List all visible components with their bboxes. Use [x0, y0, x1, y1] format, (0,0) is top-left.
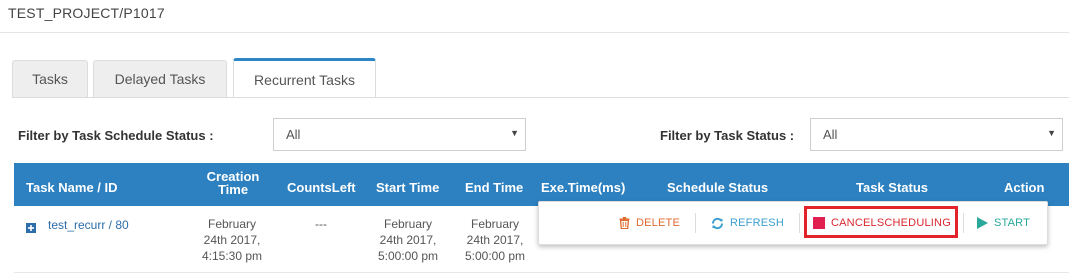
cancel-scheduling-button[interactable]: CANCELSCHEDULING	[813, 202, 951, 244]
chevron-down-icon: ▼	[510, 128, 519, 138]
task-status-filter-label: Filter by Task Status :	[660, 128, 795, 143]
refresh-icon	[711, 217, 724, 230]
end-date-line3: 5:00:00 pm	[464, 249, 526, 263]
tabs-divider	[12, 97, 1069, 98]
start-date-line3: 5:00:00 pm	[377, 249, 439, 263]
project-breadcrumb: TEST_PROJECT/P1017	[8, 5, 165, 21]
header-creation-time[interactable]: Creation Time	[202, 170, 264, 196]
refresh-button[interactable]: REFRESH	[711, 202, 784, 244]
creation-date-line2: 24th 2017,	[203, 233, 261, 247]
header-task-name[interactable]: Task Name / ID	[26, 180, 118, 195]
header-end-time[interactable]: End Time	[465, 180, 523, 195]
header-action: Action	[1004, 180, 1045, 195]
schedule-status-filter-label: Filter by Task Schedule Status :	[18, 128, 214, 143]
tab-tasks[interactable]: Tasks	[12, 60, 88, 97]
header-exe-time[interactable]: Exe.Time(ms)	[541, 180, 625, 195]
chevron-down-icon: ▼	[1047, 128, 1056, 138]
refresh-label: REFRESH	[730, 217, 784, 229]
tab-recurrent-tasks[interactable]: Recurrent Tasks	[233, 58, 376, 98]
end-date-line2: 24th 2017,	[466, 233, 524, 247]
header-creation-line2: Time	[217, 182, 249, 197]
task-name-link[interactable]: test_recurr / 80	[48, 218, 129, 232]
task-status-filter-value: All	[823, 127, 838, 142]
header-task-status[interactable]: Task Status	[856, 180, 928, 195]
header-start-time[interactable]: Start Time	[376, 180, 439, 195]
task-status-filter-select[interactable]: All ▼	[810, 118, 1063, 151]
start-button[interactable]: START	[977, 202, 1030, 244]
tab-delayed-tasks[interactable]: Delayed Tasks	[93, 60, 227, 97]
schedule-status-filter-select[interactable]: All ▼	[273, 118, 526, 151]
start-date-line2: 24th 2017,	[379, 233, 437, 247]
stop-square-icon	[813, 217, 825, 229]
header-counts-left[interactable]: CountsLeft	[287, 180, 356, 195]
end-date-line1: February	[470, 217, 520, 231]
creation-date-line3: 4:15:30 pm	[201, 249, 263, 263]
row-actions-popover: DELETE REFRESH CANCELSCHEDULING START	[538, 201, 1048, 245]
trash-icon	[619, 217, 630, 229]
header-schedule-status[interactable]: Schedule Status	[667, 180, 768, 195]
counts-left-cell: ---	[315, 217, 327, 231]
start-label: START	[994, 217, 1031, 229]
play-icon	[977, 217, 988, 229]
action-divider	[695, 213, 696, 233]
top-bar: TEST_PROJECT/P1017	[0, 0, 1069, 33]
cancel-scheduling-label: CANCELSCHEDULING	[831, 217, 951, 229]
delete-label: DELETE	[636, 217, 680, 229]
table-header: Task Name / ID Creation Time CountsLeft …	[14, 163, 1069, 206]
expand-plus-icon[interactable]	[26, 220, 36, 233]
action-divider	[963, 213, 964, 233]
action-divider	[799, 213, 800, 233]
end-time-cell: February 24th 2017, 5:00:00 pm	[457, 216, 533, 264]
schedule-status-filter-value: All	[286, 127, 301, 142]
creation-time-cell: February 24th 2017, 4:15:30 pm	[194, 216, 270, 264]
start-time-cell: February 24th 2017, 5:00:00 pm	[370, 216, 446, 264]
start-date-line1: February	[383, 217, 433, 231]
delete-button[interactable]: DELETE	[619, 202, 680, 244]
creation-date-line1: February	[207, 217, 257, 231]
